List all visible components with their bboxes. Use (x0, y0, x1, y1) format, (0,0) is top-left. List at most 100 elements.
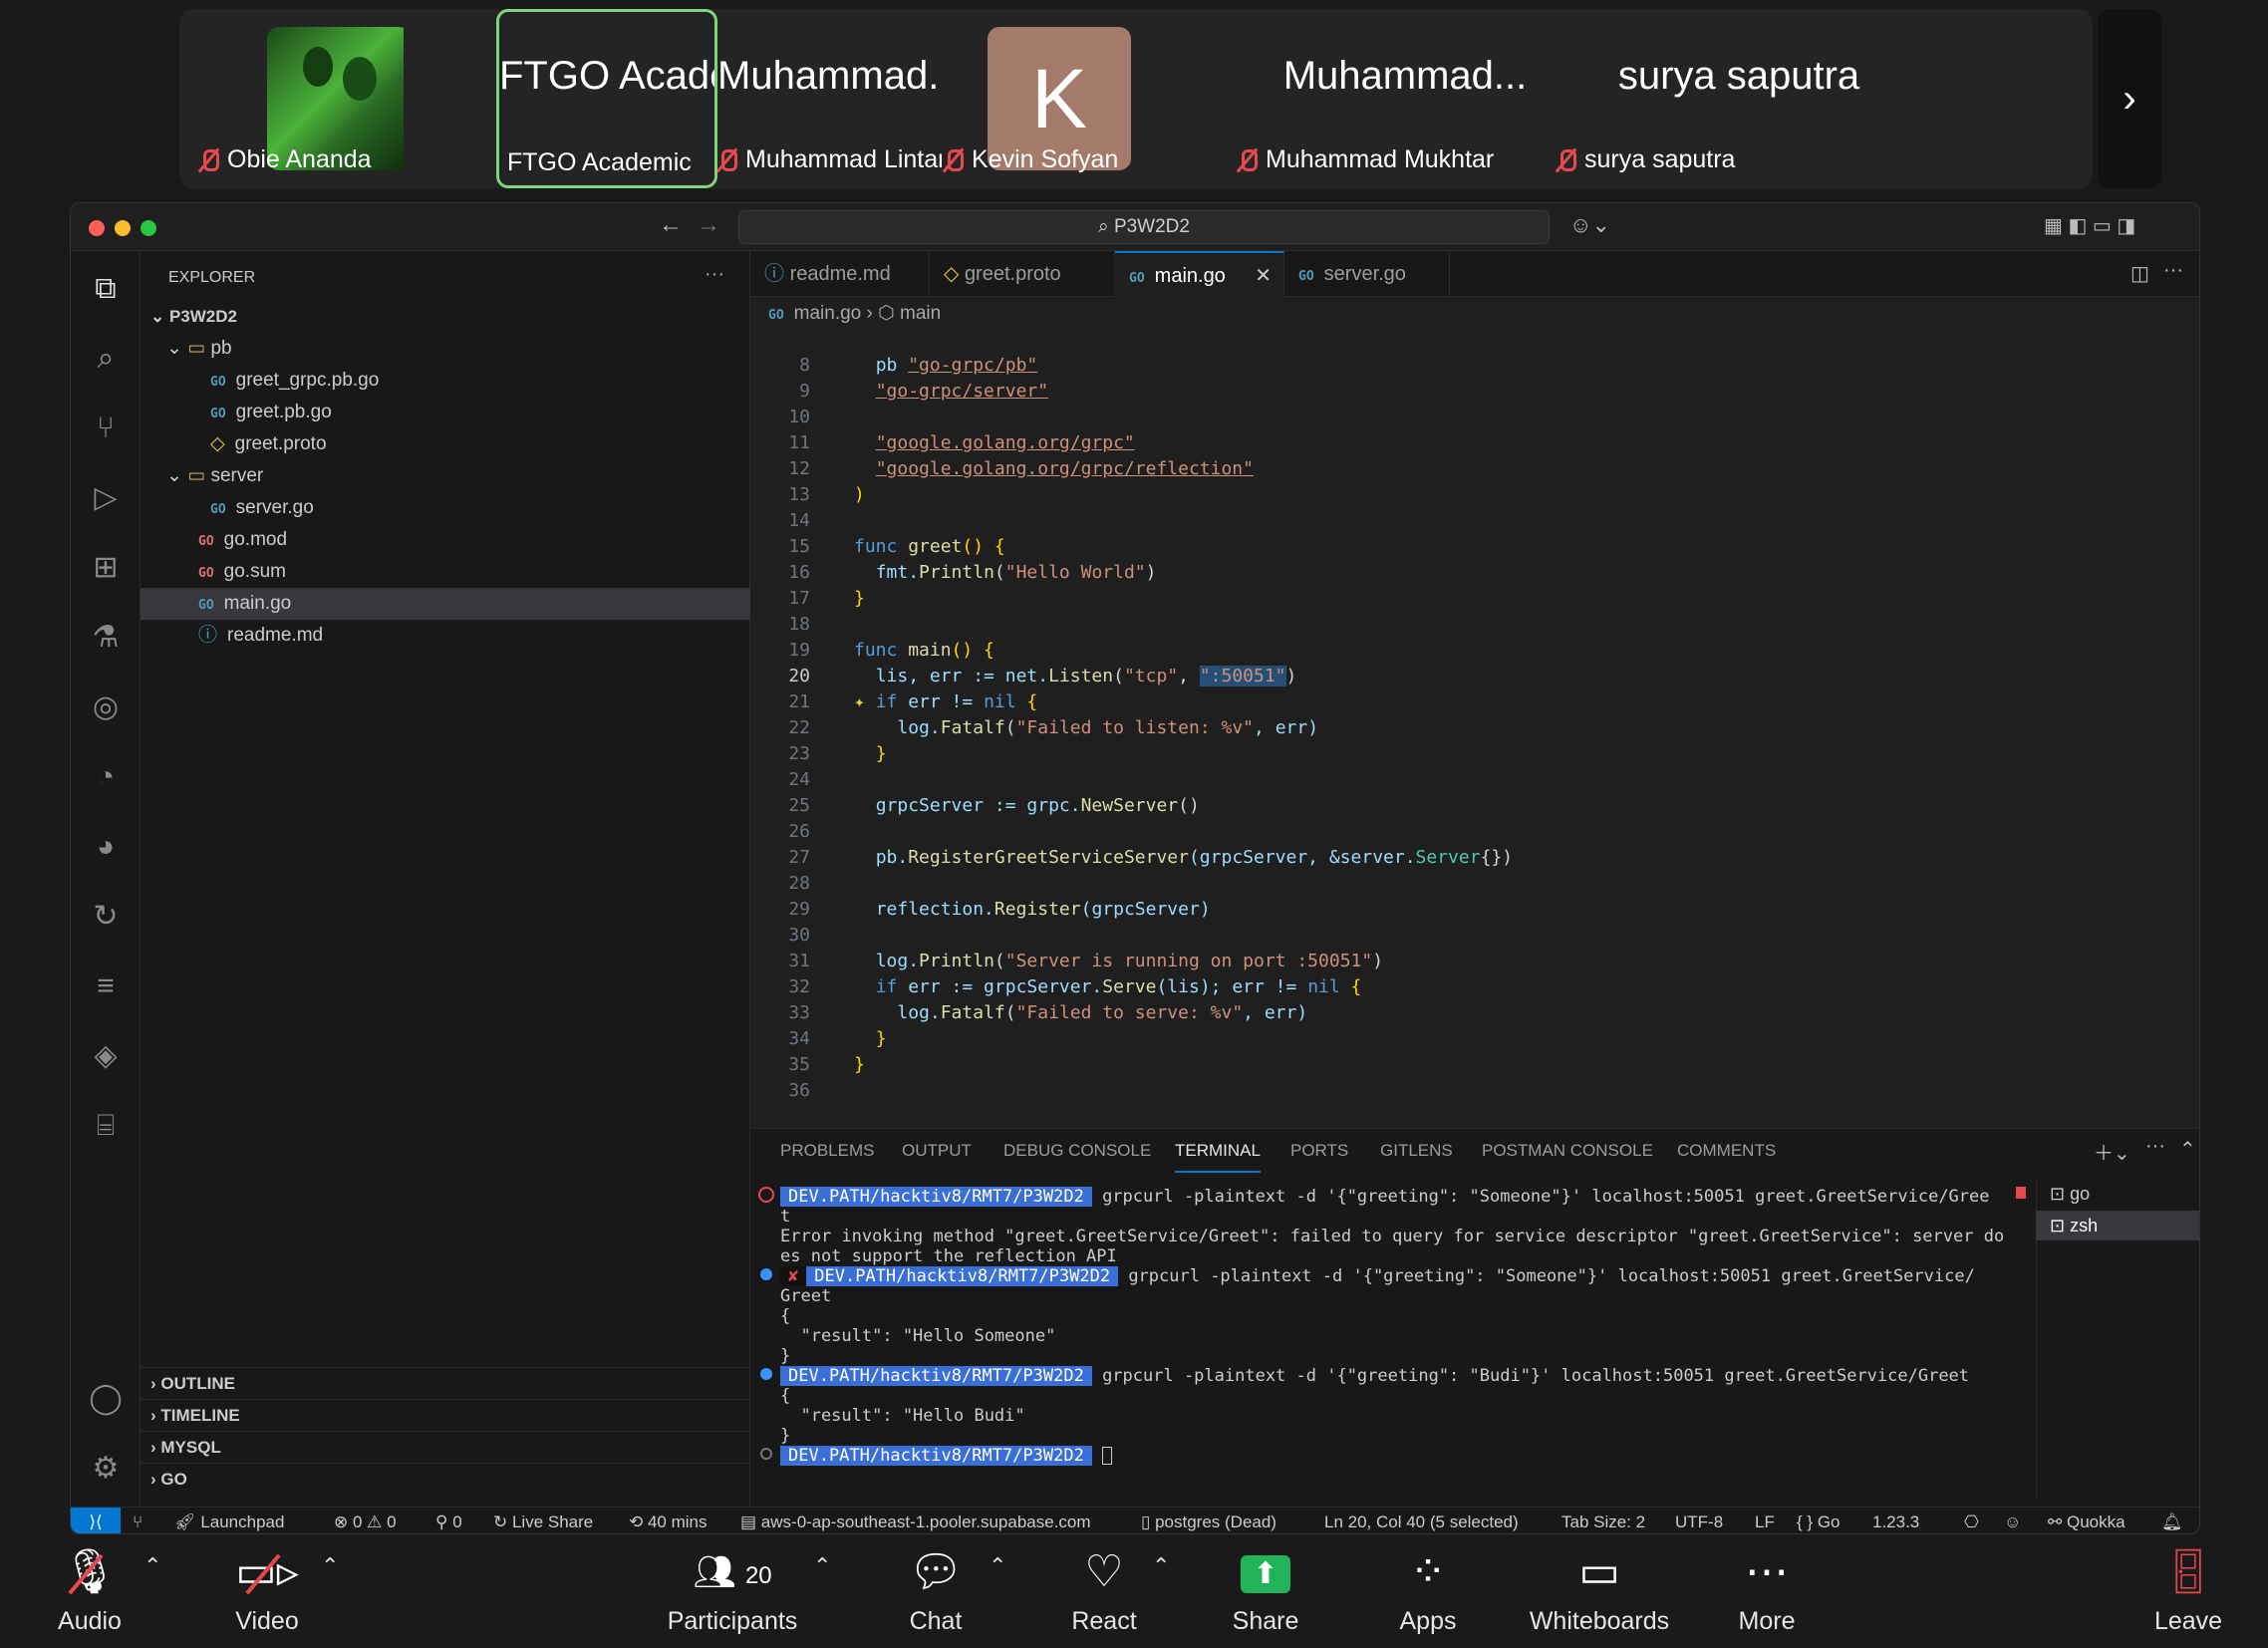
language-mode[interactable]: { } Go (1797, 1508, 1841, 1533)
ports-status[interactable]: ⚲ 0 (435, 1508, 462, 1533)
code-line[interactable]: 15 func greet() { (750, 534, 2199, 560)
code-line[interactable]: 22 log.Fatalf("Failed to listen: %v", er… (750, 715, 2199, 741)
mysql-section[interactable]: › MYSQL (141, 1431, 750, 1463)
code-line[interactable]: 19 func main() { (750, 638, 2199, 664)
tab-gitlens[interactable]: GITLENS (1380, 1129, 1453, 1173)
file-item[interactable]: GO go.sum (141, 556, 750, 588)
file-item[interactable]: ◇ greet.proto (141, 428, 750, 460)
code-line[interactable]: 12 "google.golang.org/grpc/reflection" (750, 456, 2199, 482)
video-button[interactable]: ▭▹ Video (217, 1539, 317, 1648)
code-line[interactable]: 13) (750, 482, 2199, 508)
participant-tile[interactable]: Obie Ananda (179, 9, 404, 188)
tab-comments[interactable]: COMMENTS (1677, 1129, 1776, 1173)
code-line[interactable]: 29 reflection.Register(grpcServer) (750, 897, 2199, 923)
live-share-icon[interactable]: ↻ (84, 895, 128, 939)
close-tab-icon[interactable]: ✕ (1255, 253, 1272, 299)
more-actions-icon[interactable]: ··· (2163, 259, 2183, 282)
participant-tile[interactable]: K Kevin Sofyan (942, 9, 1241, 188)
go-version[interactable]: 1.23.3 (1872, 1508, 1919, 1533)
code-line[interactable]: 36 (750, 1078, 2199, 1104)
run-debug-icon[interactable]: ▷ (84, 476, 128, 520)
file-item[interactable]: GO greet_grpc.pb.go (141, 365, 750, 397)
search-icon[interactable]: ⌕ (84, 337, 128, 381)
folder-server[interactable]: ⌄ ▭ server (141, 460, 750, 492)
file-item-selected[interactable]: GO main.go (141, 588, 750, 620)
code-line[interactable]: 21 ✦ if err != nil { (750, 689, 2199, 715)
participant-tile[interactable]: Muhammad... Muhammad Lintang (717, 9, 942, 188)
code-line[interactable]: 26 (750, 819, 2199, 845)
code-line[interactable]: 8 pb "go-grpc/pb" (750, 353, 2199, 379)
new-terminal-icon[interactable]: ＋⌄ (2094, 1137, 2130, 1166)
remote-explorer-icon[interactable]: ◎ (84, 686, 128, 729)
code-line[interactable]: 24 (750, 767, 2199, 793)
tab-size[interactable]: Tab Size: 2 (1561, 1508, 1645, 1533)
apps-button[interactable]: ⁘ Apps (1378, 1539, 1478, 1648)
postman-icon[interactable]: ◕ (84, 825, 128, 869)
copilot-status-icon[interactable]: ☺ (2004, 1508, 2021, 1533)
tab-postman-console[interactable]: POSTMAN CONSOLE (1482, 1129, 1653, 1173)
maximize-panel-icon[interactable]: ⌃ (2179, 1137, 2196, 1162)
minimize-window-button[interactable] (115, 220, 131, 236)
layers-icon[interactable]: ◈ (84, 1034, 128, 1078)
quokka-status[interactable]: ⚯ Quokka (2048, 1508, 2126, 1533)
postgres-status[interactable]: ▯ postgres (Dead) (1141, 1508, 1276, 1533)
leave-button[interactable]: 🚪︎ Leave (2138, 1539, 2238, 1648)
file-item[interactable]: GO server.go (141, 492, 750, 524)
live-share-status[interactable]: ↻ Live Share (493, 1508, 593, 1533)
more-actions-icon[interactable]: ··· (705, 263, 724, 286)
lightbulb-icon[interactable]: ✦ (854, 691, 865, 712)
gitlens-icon[interactable]: ◔ (84, 755, 128, 799)
explorer-icon[interactable]: ⧉ (84, 267, 128, 311)
code-line[interactable]: 9 "go-grpc/server" (750, 379, 2199, 405)
audio-button[interactable]: 🎙︎ Audio (40, 1539, 140, 1648)
code-line[interactable]: 18 (750, 612, 2199, 638)
video-options-caret[interactable]: ⌃ (321, 1553, 339, 1579)
layout-controls[interactable]: ▦ ◧ ▭ ◨ (2044, 213, 2135, 238)
participants-options-caret[interactable]: ⌃ (813, 1553, 831, 1579)
encoding[interactable]: UTF-8 (1675, 1508, 1723, 1533)
command-center-search[interactable]: ⌕ P3W2D2 (738, 210, 1550, 244)
tab-terminal[interactable]: TERMINAL (1175, 1129, 1261, 1173)
line-ending[interactable]: LF (1755, 1508, 1775, 1533)
tab-main-go[interactable]: GO main.go ✕ (1115, 251, 1284, 297)
tab-problems[interactable]: PROBLEMS (780, 1129, 874, 1173)
timeline-section[interactable]: › TIMELINE (141, 1399, 750, 1431)
go-section[interactable]: › GO (141, 1463, 750, 1495)
source-control-icon[interactable]: ⑂ (84, 407, 128, 450)
api-icon[interactable]: ⌸ (84, 1104, 128, 1148)
whiteboards-button[interactable]: ▭ Whiteboards (1515, 1539, 1684, 1648)
tab-output[interactable]: OUTPUT (902, 1129, 972, 1173)
file-item[interactable]: ⓘ readme.md (141, 620, 750, 652)
remote-indicator-icon[interactable]: ⟩⟨ (71, 1508, 121, 1533)
outline-section[interactable]: › OUTLINE (141, 1367, 750, 1399)
database-icon[interactable]: ≡ (84, 964, 128, 1008)
code-line[interactable]: 27 pb.RegisterGreetServiceServer(grpcSer… (750, 845, 2199, 871)
tab-server-go[interactable]: GO server.go (1284, 251, 1450, 297)
code-line[interactable]: 11 "google.golang.org/grpc" (750, 430, 2199, 456)
code-line[interactable]: 30 (750, 923, 2199, 949)
extensions-icon[interactable]: ⊞ (84, 546, 128, 590)
code-line-current[interactable]: 20 lis, err := net.Listen("tcp", ":50051… (750, 664, 2199, 689)
extension-status-icon[interactable]: ⎔ (1964, 1508, 1979, 1533)
maximize-window-button[interactable] (141, 220, 156, 236)
copilot-icon[interactable]: ☺⌄ (1569, 212, 1610, 238)
code-line[interactable]: 32 if err := grpcServer.Serve(lis); err … (750, 974, 2199, 1000)
db-connection-status[interactable]: ▤ aws-0-ap-southeast-1.pooler.supabase.c… (740, 1508, 1091, 1533)
folder-pb[interactable]: ⌄ ▭ pb (141, 333, 750, 365)
next-page-button[interactable]: › (2098, 9, 2161, 188)
terminal-session-go[interactable]: ⊡ go (2036, 1179, 2199, 1209)
time-status[interactable]: ⟲ 40 mins (629, 1508, 708, 1533)
file-item[interactable]: GO go.mod (141, 524, 750, 556)
code-line[interactable]: 34 } (750, 1026, 2199, 1052)
tab-readme[interactable]: ⓘ readme.md (750, 251, 930, 297)
participant-tile[interactable]: surya saputra surya saputra (1555, 9, 1883, 188)
code-line[interactable]: 33 log.Fatalf("Failed to serve: %v", err… (750, 1000, 2199, 1026)
code-line[interactable]: 28 (750, 871, 2199, 897)
code-line[interactable]: 23 } (750, 741, 2199, 767)
terminal-session-zsh[interactable]: ⊡ zsh (2036, 1211, 2199, 1240)
split-editor-icon[interactable]: ◫ (2130, 261, 2149, 286)
participants-button[interactable]: 👥︎ 20 Participants (658, 1539, 807, 1648)
chat-button[interactable]: 💬︎ Chat (886, 1539, 986, 1648)
code-line[interactable]: 14 (750, 508, 2199, 534)
branch-icon[interactable]: ⑂ (133, 1508, 142, 1533)
